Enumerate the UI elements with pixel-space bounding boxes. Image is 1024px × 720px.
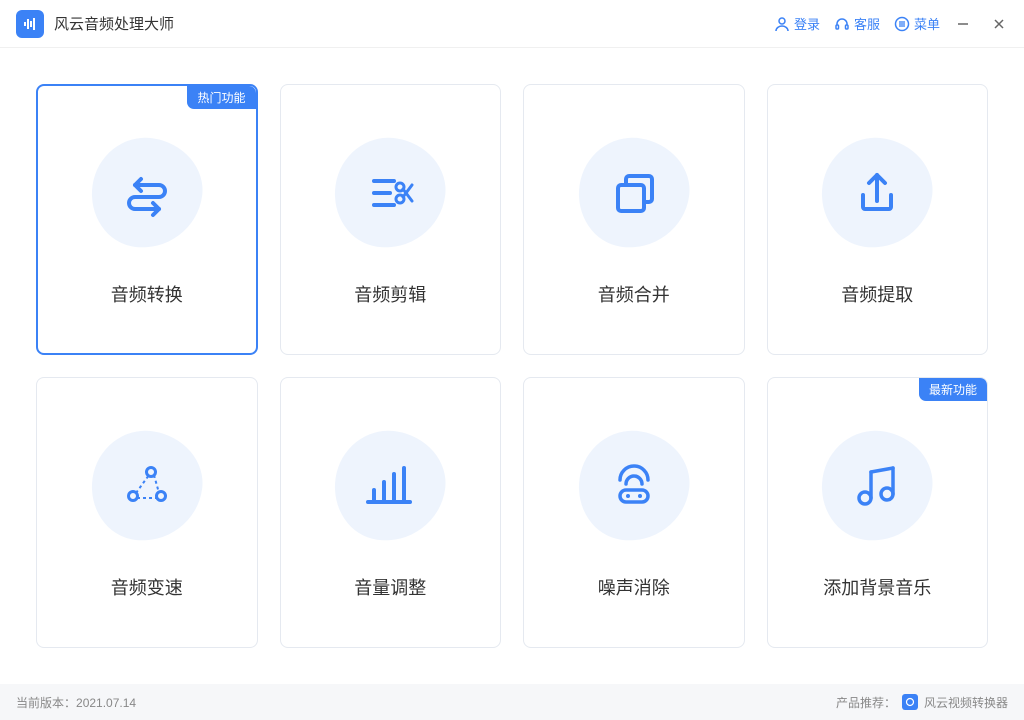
icon-container	[817, 133, 937, 253]
extract-icon	[847, 163, 907, 223]
card-volume-adjust[interactable]: 音量调整	[280, 377, 502, 648]
icon-container	[574, 426, 694, 546]
icon-container	[87, 133, 207, 253]
speed-icon	[117, 456, 177, 516]
icon-container	[574, 133, 694, 253]
volume-bars-icon	[360, 456, 420, 516]
title-actions: 登录 客服 菜单	[774, 14, 940, 33]
window-controls	[954, 15, 1008, 33]
card-label: 音频转换	[111, 281, 183, 307]
menu-icon	[894, 16, 910, 32]
close-icon	[992, 17, 1006, 31]
icon-container	[330, 133, 450, 253]
card-audio-edit[interactable]: 音频剪辑	[280, 84, 502, 355]
card-audio-merge[interactable]: 音频合并	[523, 84, 745, 355]
merge-icon	[604, 163, 664, 223]
card-noise-removal[interactable]: 噪声消除	[523, 377, 745, 648]
card-add-bgm[interactable]: 最新功能 添加背景音乐	[767, 377, 989, 648]
card-label: 音频变速	[111, 574, 183, 600]
minimize-icon	[956, 17, 970, 31]
card-label: 添加背景音乐	[823, 574, 931, 600]
rec-product: 风云视频转换器	[924, 694, 1008, 711]
rec-logo-icon	[902, 694, 918, 710]
card-audio-extract[interactable]: 音频提取	[767, 84, 989, 355]
scissors-icon	[360, 163, 420, 223]
footer: 当前版本：2021.07.14 产品推荐： 风云视频转换器	[0, 684, 1024, 720]
music-note-icon	[847, 456, 907, 516]
card-audio-speed[interactable]: 音频变速	[36, 377, 258, 648]
rec-label: 产品推荐：	[836, 694, 896, 711]
version-value: 2021.07.14	[76, 696, 136, 710]
feature-grid: 热门功能 音频转换 音频剪辑	[0, 48, 1024, 684]
login-label: 登录	[794, 14, 820, 33]
headset-icon	[834, 16, 850, 32]
minimize-button[interactable]	[954, 15, 972, 33]
denoise-icon	[604, 456, 664, 516]
footer-recommend[interactable]: 产品推荐： 风云视频转换器	[836, 694, 1008, 711]
menu-label: 菜单	[914, 14, 940, 33]
new-badge: 最新功能	[919, 378, 987, 401]
hot-badge: 热门功能	[187, 86, 255, 109]
icon-container	[817, 426, 937, 546]
card-label: 音量调整	[354, 574, 426, 600]
support-button[interactable]: 客服	[834, 14, 880, 33]
support-label: 客服	[854, 14, 880, 33]
app-logo-icon	[16, 10, 44, 38]
card-audio-convert[interactable]: 热门功能 音频转换	[36, 84, 258, 355]
login-button[interactable]: 登录	[774, 14, 820, 33]
icon-container	[87, 426, 207, 546]
card-label: 音频提取	[841, 281, 913, 307]
icon-container	[330, 426, 450, 546]
title-bar: 风云音频处理大师 登录 客服 菜单	[0, 0, 1024, 48]
version-label: 当前版本：	[16, 696, 76, 710]
close-button[interactable]	[990, 15, 1008, 33]
footer-version: 当前版本：2021.07.14	[16, 694, 836, 711]
menu-button[interactable]: 菜单	[894, 14, 940, 33]
app-title: 风云音频处理大师	[54, 13, 774, 34]
card-label: 音频剪辑	[354, 281, 426, 307]
card-label: 噪声消除	[598, 574, 670, 600]
convert-icon	[117, 163, 177, 223]
card-label: 音频合并	[598, 281, 670, 307]
user-icon	[774, 16, 790, 32]
